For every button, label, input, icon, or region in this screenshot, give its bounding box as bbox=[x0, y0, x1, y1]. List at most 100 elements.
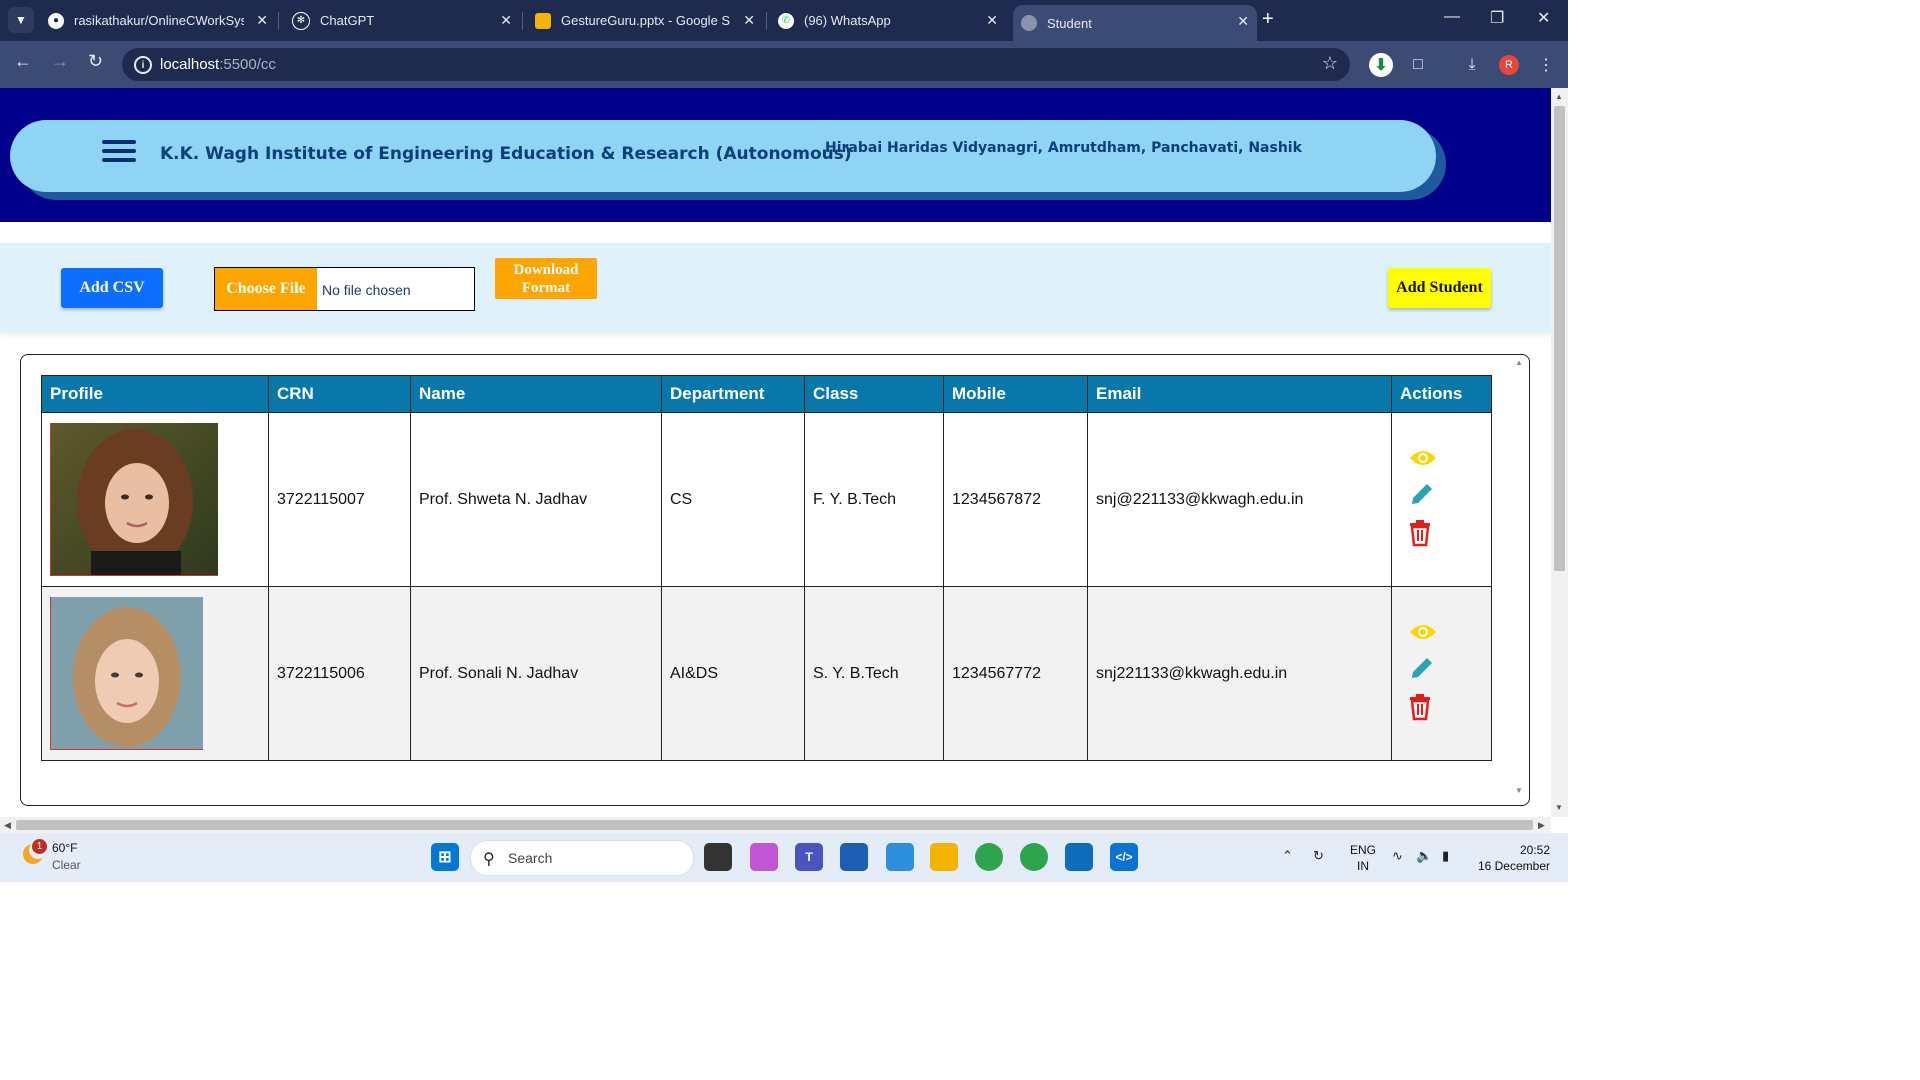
scroll-up-icon[interactable]: ▲ bbox=[1555, 92, 1563, 101]
add-csv-button[interactable]: Add CSV bbox=[61, 268, 163, 308]
slides-icon bbox=[535, 12, 551, 29]
volume-icon[interactable]: 🔈 bbox=[1416, 848, 1432, 864]
column-header-mobile: Mobile bbox=[943, 375, 1088, 413]
tab-title: rasikathakur/OnlineCWorkSyste bbox=[74, 13, 244, 28]
browser-tab-strip: ▼ ● rasikathakur/OnlineCWorkSyste ✕ ✻ Ch… bbox=[0, 0, 1568, 41]
students-table: Profile CRN Name Department Class Mobile… bbox=[41, 375, 1492, 761]
region-code: IN bbox=[1357, 859, 1369, 873]
edge-beta-icon[interactable] bbox=[886, 843, 914, 871]
address-bar[interactable]: i localhost:5500/cc ☆ bbox=[122, 48, 1350, 81]
restore-icon[interactable]: ❐ bbox=[1490, 8, 1504, 28]
url-text[interactable]: localhost:5500/cc bbox=[160, 56, 276, 73]
delete-icon[interactable] bbox=[1408, 519, 1432, 552]
edit-icon[interactable] bbox=[1408, 480, 1436, 513]
page-horizontal-scrollbar[interactable]: ◀ ▶ bbox=[0, 817, 1551, 833]
window-close-icon[interactable]: ✕ bbox=[1537, 8, 1550, 28]
extensions-puzzle-icon[interactable]: □ bbox=[1406, 53, 1430, 77]
page-vertical-scrollbar[interactable]: ▲ ▼ bbox=[1551, 88, 1568, 817]
file-input[interactable]: Choose File No file chosen bbox=[214, 267, 475, 311]
scroll-down-icon[interactable]: ▼ bbox=[1555, 803, 1563, 812]
actions-bar: Add CSV Choose File No file chosen Downl… bbox=[0, 243, 1551, 333]
tab-chatgpt[interactable]: ✻ ChatGPT ✕ bbox=[292, 0, 520, 41]
forward-icon[interactable]: → bbox=[51, 51, 69, 72]
bookmark-star-icon[interactable]: ☆ bbox=[1322, 53, 1338, 74]
institute-name: K.K. Wagh Institute of Engineering Educa… bbox=[160, 144, 852, 164]
task-view-icon[interactable] bbox=[704, 843, 732, 871]
close-icon[interactable]: ✕ bbox=[743, 12, 755, 29]
view-icon[interactable] bbox=[1408, 447, 1438, 474]
table-scrollbar[interactable]: ▲ ▼ bbox=[1512, 358, 1526, 798]
copilot-icon[interactable] bbox=[750, 843, 778, 871]
delete-icon[interactable] bbox=[1408, 693, 1432, 726]
download-extension-icon[interactable]: ⬇ bbox=[1369, 53, 1393, 77]
minimize-icon[interactable]: — bbox=[1444, 8, 1460, 26]
close-icon[interactable]: ✕ bbox=[500, 12, 512, 29]
whatsapp-icon: ✆ bbox=[778, 12, 794, 29]
tab-title: ChatGPT bbox=[320, 13, 375, 28]
profile-photo bbox=[50, 597, 203, 750]
header-pill: K.K. Wagh Institute of Engineering Educa… bbox=[10, 120, 1436, 192]
windows-start-icon[interactable]: ⊞ bbox=[431, 843, 459, 871]
url-host: localhost bbox=[160, 56, 220, 73]
language-code: ENG bbox=[1350, 843, 1377, 857]
tab-whatsapp[interactable]: ✆ (96) WhatsApp ✕ bbox=[778, 0, 1006, 41]
edit-icon[interactable] bbox=[1408, 654, 1436, 687]
chrome-icon[interactable] bbox=[975, 843, 1003, 871]
system-clock[interactable]: 20:52 16 December bbox=[1474, 842, 1550, 874]
profile-avatar[interactable]: R bbox=[1499, 55, 1519, 75]
globe-icon bbox=[1021, 15, 1037, 31]
scroll-right-icon[interactable]: ▶ bbox=[1538, 820, 1545, 831]
sync-icon[interactable]: ↻ bbox=[1313, 848, 1324, 864]
site-info-icon[interactable]: i bbox=[134, 56, 152, 74]
name-cell: Prof. Sonali N. Jadhav bbox=[410, 586, 662, 761]
column-header-actions: Actions bbox=[1391, 375, 1492, 413]
scroll-up-icon[interactable]: ▲ bbox=[1515, 358, 1523, 367]
view-icon[interactable] bbox=[1408, 621, 1438, 648]
choose-file-button[interactable]: Choose File bbox=[215, 268, 317, 310]
close-icon[interactable]: ✕ bbox=[256, 12, 268, 29]
email-cell: snj@221133@kkwagh.edu.in bbox=[1087, 412, 1392, 587]
url-path: :5500/cc bbox=[219, 56, 276, 73]
weather-condition: Clear bbox=[52, 858, 81, 872]
taskbar-search[interactable]: ⚲ Search bbox=[470, 840, 694, 876]
back-icon[interactable]: ← bbox=[14, 51, 32, 72]
file-explorer-icon[interactable] bbox=[930, 843, 958, 871]
close-icon[interactable]: ✕ bbox=[986, 12, 998, 29]
new-tab-icon[interactable]: + bbox=[1262, 8, 1274, 31]
reload-icon[interactable]: ↻ bbox=[88, 51, 103, 72]
tab-slides[interactable]: GestureGuru.pptx - Google Slid ✕ bbox=[535, 0, 763, 41]
tab-github[interactable]: ● rasikathakur/OnlineCWorkSyste ✕ bbox=[48, 0, 276, 41]
chrome-profile-icon[interactable] bbox=[1020, 843, 1048, 871]
battery-icon[interactable]: ▮ bbox=[1442, 848, 1449, 864]
hamburger-menu-icon[interactable] bbox=[102, 140, 136, 164]
language-indicator[interactable]: ENG IN bbox=[1350, 842, 1376, 874]
tray-chevron-icon[interactable]: ⌃ bbox=[1282, 848, 1293, 864]
scroll-left-icon[interactable]: ◀ bbox=[4, 820, 11, 831]
downloads-icon[interactable]: ⤓ bbox=[1460, 53, 1484, 77]
menu-kebab-icon[interactable]: ⋮ bbox=[1534, 53, 1558, 77]
vscode-icon[interactable]: </> bbox=[1110, 843, 1138, 871]
class-cell: S. Y. B.Tech bbox=[804, 586, 944, 761]
wifi-icon[interactable]: ∿ bbox=[1392, 848, 1403, 864]
notification-badge: 1 bbox=[32, 839, 47, 854]
download-format-button[interactable]: Download Format bbox=[495, 258, 597, 299]
photos-icon[interactable] bbox=[1065, 843, 1093, 871]
scroll-down-icon[interactable]: ▼ bbox=[1515, 786, 1523, 795]
clock-time: 20:52 bbox=[1519, 843, 1550, 857]
mobile-cell: 1234567872 bbox=[943, 412, 1088, 587]
tab-student[interactable]: Student ✕ bbox=[1013, 5, 1257, 41]
store-icon[interactable] bbox=[840, 843, 868, 871]
tab-divider bbox=[766, 12, 767, 30]
scrollbar-thumb[interactable] bbox=[1554, 106, 1565, 571]
clock-date: 16 December bbox=[1477, 859, 1550, 873]
scrollbar-thumb[interactable] bbox=[16, 820, 1533, 830]
browser-toolbar: ← → ↻ i localhost:5500/cc ☆ ⬇ □ ⤓ R ⋮ bbox=[0, 41, 1568, 88]
teams-icon[interactable]: T bbox=[795, 843, 823, 871]
add-student-button[interactable]: Add Student bbox=[1388, 268, 1491, 308]
actions-cell bbox=[1391, 586, 1492, 761]
class-cell: F. Y. B.Tech bbox=[804, 412, 944, 587]
column-header-email: Email bbox=[1087, 375, 1392, 413]
tab-search-button[interactable]: ▼ bbox=[8, 7, 34, 33]
site-header: K.K. Wagh Institute of Engineering Educa… bbox=[0, 88, 1551, 222]
close-icon[interactable]: ✕ bbox=[1237, 13, 1249, 30]
